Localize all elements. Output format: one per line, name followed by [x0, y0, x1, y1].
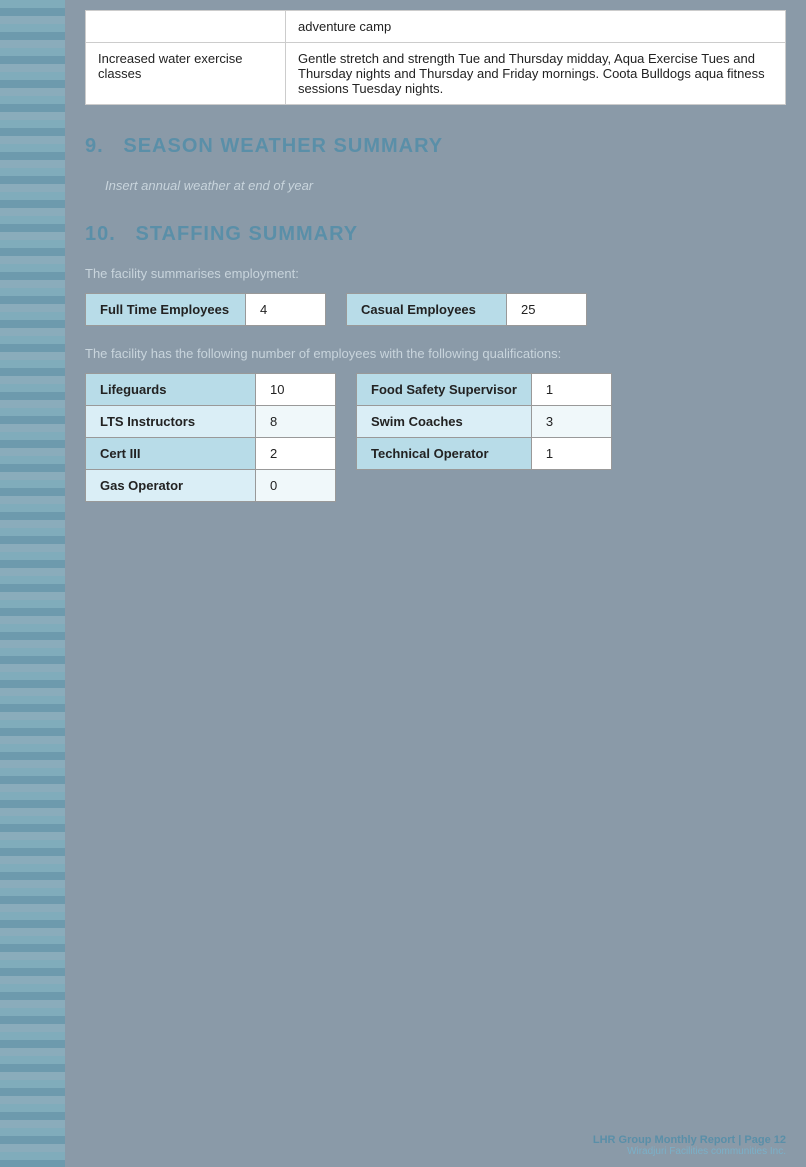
table-row: Lifeguards 10	[86, 374, 336, 406]
section9-number: 9.	[85, 135, 104, 157]
section9-heading: 9. SEASON WEATHER SUMMARY	[85, 135, 786, 158]
table-cell-water-classes-value: Gentle stretch and strength Tue and Thur…	[286, 43, 786, 105]
table-row: Increased water exercise classes Gentle …	[86, 43, 786, 105]
employment-summary-row: Full Time Employees 4 Casual Employees 2…	[85, 293, 786, 326]
table-row: Gas Operator 0	[86, 470, 336, 502]
section10-number: 10.	[85, 223, 116, 245]
full-time-table: Full Time Employees 4	[85, 293, 326, 326]
full-time-label: Full Time Employees	[86, 294, 246, 326]
table-row: Cert III 2	[86, 438, 336, 470]
section10-title: STAFFING SUMMARY	[135, 223, 358, 245]
table-row: LTS Instructors 8	[86, 406, 336, 438]
qual-table-left: Lifeguards 10 LTS Instructors 8 Cert III…	[85, 373, 336, 502]
gas-operator-value: 0	[256, 470, 336, 502]
wave-decoration	[0, 0, 65, 1167]
qual-table-right: Food Safety Supervisor 1 Swim Coaches 3 …	[356, 373, 612, 470]
top-table: adventure camp Increased water exercise …	[85, 10, 786, 105]
gas-operator-label: Gas Operator	[86, 470, 256, 502]
table-row: Technical Operator 1	[357, 438, 612, 470]
swim-coaches-value: 3	[531, 406, 611, 438]
swim-coaches-label: Swim Coaches	[357, 406, 532, 438]
casual-table: Casual Employees 25	[346, 293, 587, 326]
table-row: Food Safety Supervisor 1	[357, 374, 612, 406]
table-row: Swim Coaches 3	[357, 406, 612, 438]
footer-line2: Wiradjuri Facilities communities Inc.	[593, 1146, 786, 1157]
casual-label: Casual Employees	[347, 294, 507, 326]
full-time-value: 4	[246, 294, 326, 326]
footer: LHR Group Monthly Report | Page 12 Wirad…	[593, 1134, 786, 1157]
section10-heading: 10. STAFFING SUMMARY	[85, 223, 786, 246]
qualifications-row: Lifeguards 10 LTS Instructors 8 Cert III…	[85, 373, 786, 502]
table-cell-adventure-camp: adventure camp	[286, 11, 786, 43]
lts-value: 8	[256, 406, 336, 438]
table-cell-water-classes-label: Increased water exercise classes	[86, 43, 286, 105]
food-safety-value: 1	[531, 374, 611, 406]
table-cell-empty	[86, 11, 286, 43]
food-safety-label: Food Safety Supervisor	[357, 374, 532, 406]
table-row: Full Time Employees 4	[86, 294, 326, 326]
main-content: adventure camp Increased water exercise …	[65, 0, 806, 1167]
tech-operator-value: 1	[531, 438, 611, 470]
tech-operator-label: Technical Operator	[357, 438, 532, 470]
lts-label: LTS Instructors	[86, 406, 256, 438]
lifeguards-value: 10	[256, 374, 336, 406]
cert3-value: 2	[256, 438, 336, 470]
table-row: Casual Employees 25	[347, 294, 587, 326]
staffing-intro: The facility summarises employment:	[85, 266, 786, 281]
cert3-label: Cert III	[86, 438, 256, 470]
casual-value: 25	[507, 294, 587, 326]
section9-title: SEASON WEATHER SUMMARY	[123, 135, 443, 157]
lifeguards-label: Lifeguards	[86, 374, 256, 406]
weather-placeholder: Insert annual weather at end of year	[105, 178, 786, 193]
qualifications-note: The facility has the following number of…	[85, 346, 786, 361]
footer-line1: LHR Group Monthly Report | Page 12	[593, 1134, 786, 1146]
table-row: adventure camp	[86, 11, 786, 43]
